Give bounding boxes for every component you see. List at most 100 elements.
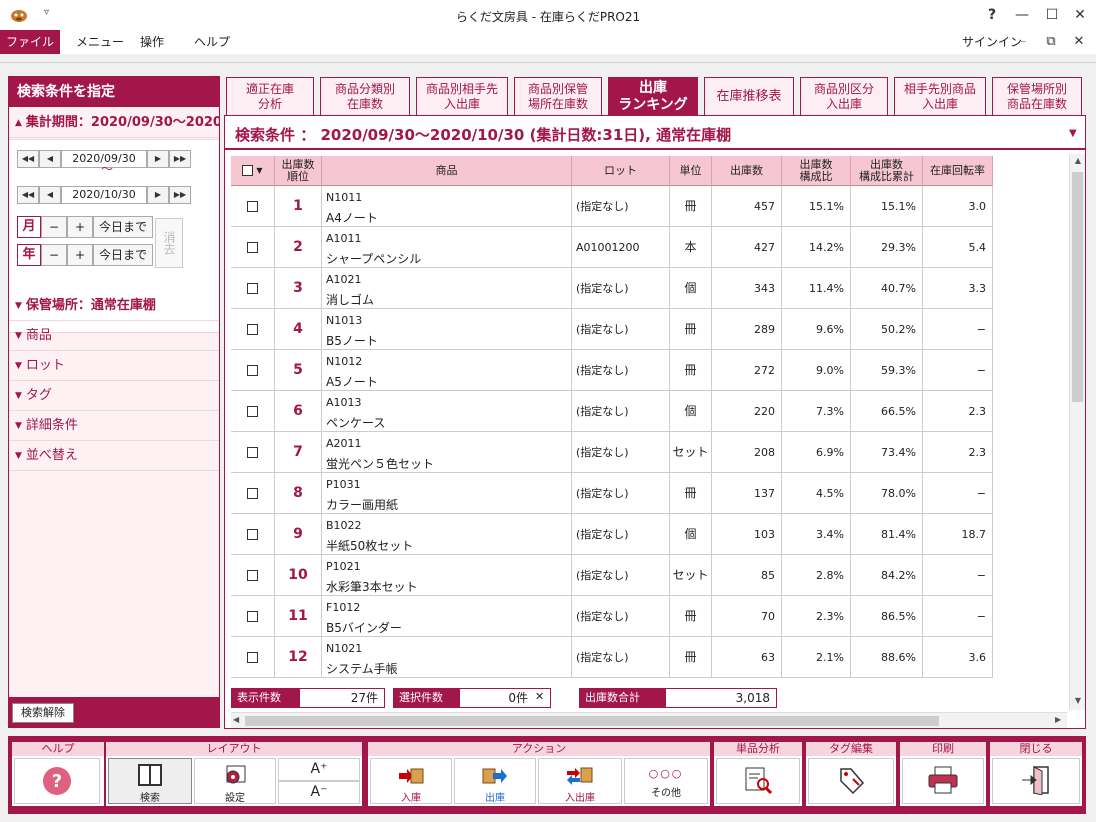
- rank-header[interactable]: 出庫数 順位: [275, 156, 322, 186]
- row-select-cell[interactable]: [231, 268, 275, 309]
- menu-help[interactable]: ヘルプ: [182, 30, 242, 54]
- period-section[interactable]: ▲集計期間：2020/09/30〜2020/10/30: [9, 108, 219, 138]
- horizontal-scrollbar[interactable]: ◀ ▶: [231, 712, 1067, 728]
- table-row[interactable]: 12 N1021 システム手帳 (指定なし) 冊 63 2.1% 88.6% 3.6: [231, 637, 993, 678]
- tab-optimal-stock[interactable]: 適正在庫 分析: [226, 77, 314, 115]
- tag-section[interactable]: ▼ タグ: [9, 381, 219, 411]
- row-checkbox[interactable]: [247, 652, 258, 663]
- table-row[interactable]: 7 A2011 蛍光ペン５色セット (指定なし) セット 208 6.9% 73.4% 2.3: [231, 432, 993, 473]
- tab-stock-trend[interactable]: 在庫推移表: [704, 77, 794, 115]
- tab-partner-inout[interactable]: 商品別相手先 入出庫: [416, 77, 508, 115]
- row-checkbox[interactable]: [247, 201, 258, 212]
- table-row[interactable]: 5 N1012 A5ノート (指定なし) 冊 272 9.0% 59.3% −: [231, 350, 993, 391]
- tab-partner-product[interactable]: 相手先別商品 入出庫: [894, 77, 986, 115]
- lot-header[interactable]: ロット: [572, 156, 670, 186]
- row-select-cell[interactable]: [231, 432, 275, 473]
- stock-in-button[interactable]: 入庫: [370, 758, 452, 804]
- ratio-header[interactable]: 出庫数 構成比: [782, 156, 851, 186]
- table-row[interactable]: 10 P1021 水彩筆3本セット (指定なし) セット 85 2.8% 84.2% −: [231, 555, 993, 596]
- row-checkbox[interactable]: [247, 406, 258, 417]
- table-row[interactable]: 11 F1012 B5バインダー (指定なし) 冊 70 2.3% 86.5% −: [231, 596, 993, 637]
- sort-section[interactable]: ▼ 並べ替え: [9, 441, 219, 471]
- row-select-cell[interactable]: [231, 186, 275, 227]
- row-select-cell[interactable]: [231, 637, 275, 678]
- tab-storage-product[interactable]: 保管場所別 商品在庫数: [992, 77, 1082, 115]
- scroll-left-icon[interactable]: ◀: [233, 715, 239, 724]
- help-button[interactable]: ?: [14, 758, 100, 804]
- vertical-scroll-thumb[interactable]: [1072, 172, 1083, 402]
- next-month-button[interactable]: ▶▶: [169, 150, 191, 168]
- table-row[interactable]: 9 B1022 半紙50枚セット (指定なし) 個 103 3.4% 81.4% 18.7: [231, 514, 993, 555]
- row-select-cell[interactable]: [231, 391, 275, 432]
- next-day-button[interactable]: ▶: [147, 186, 169, 204]
- row-checkbox[interactable]: [247, 447, 258, 458]
- row-checkbox[interactable]: [247, 529, 258, 540]
- row-select-cell[interactable]: [231, 309, 275, 350]
- table-row[interactable]: 6 A1013 ペンケース (指定なし) 個 220 7.3% 66.5% 2.3: [231, 391, 993, 432]
- row-checkbox[interactable]: [247, 283, 258, 294]
- ribbon-restore-button[interactable]: ⧉: [1040, 30, 1062, 54]
- qty-header[interactable]: 出庫数: [712, 156, 782, 186]
- detail-section[interactable]: ▼ 詳細条件: [9, 411, 219, 441]
- prev-day-button[interactable]: ◀: [39, 186, 61, 204]
- row-checkbox[interactable]: [247, 488, 258, 499]
- next-month-button[interactable]: ▶▶: [169, 186, 191, 204]
- menu-file[interactable]: ファイル: [0, 30, 60, 54]
- row-select-cell[interactable]: [231, 350, 275, 391]
- prev-day-button[interactable]: ◀: [39, 150, 61, 168]
- prev-month-button[interactable]: ◀◀: [17, 186, 39, 204]
- table-row[interactable]: 2 A1011 シャープペンシル A01001200 本 427 14.2% 29.3% 5.4: [231, 227, 993, 268]
- scroll-down-icon[interactable]: ▼: [1072, 696, 1084, 705]
- table-row[interactable]: 8 P1031 カラー画用紙 (指定なし) 冊 137 4.5% 78.0% −: [231, 473, 993, 514]
- cumulative-header[interactable]: 出庫数 構成比累計: [851, 156, 923, 186]
- help-window-button[interactable]: ?: [980, 4, 1004, 26]
- clear-period-button[interactable]: 消去: [155, 218, 183, 268]
- prev-month-button[interactable]: ◀◀: [17, 150, 39, 168]
- scroll-up-icon[interactable]: ▲: [1072, 156, 1084, 165]
- menu-operation[interactable]: 操作: [128, 30, 176, 54]
- tab-category-stock[interactable]: 商品分類別 在庫数: [320, 77, 410, 115]
- row-select-cell[interactable]: [231, 514, 275, 555]
- row-select-cell[interactable]: [231, 596, 275, 637]
- maximize-button[interactable]: ☐: [1040, 4, 1064, 26]
- month-plus-button[interactable]: +: [67, 216, 93, 238]
- print-button[interactable]: [902, 758, 984, 804]
- row-checkbox[interactable]: [247, 611, 258, 622]
- item-analysis-button[interactable]: [716, 758, 800, 804]
- vertical-scrollbar[interactable]: ▲ ▼: [1069, 154, 1085, 710]
- close-screen-button[interactable]: [992, 758, 1080, 804]
- row-select-cell[interactable]: [231, 473, 275, 514]
- date-to-field[interactable]: 2020/10/30: [61, 186, 147, 204]
- row-checkbox[interactable]: [247, 365, 258, 376]
- table-row[interactable]: 4 N1013 B5ノート (指定なし) 冊 289 9.6% 50.2% −: [231, 309, 993, 350]
- ribbon-close-button[interactable]: ✕: [1068, 30, 1090, 54]
- row-checkbox[interactable]: [247, 242, 258, 253]
- stock-out-button[interactable]: 出庫: [454, 758, 536, 804]
- font-decrease-button[interactable]: A⁻: [278, 781, 360, 804]
- turnover-header[interactable]: 在庫回転率: [923, 156, 993, 186]
- table-row[interactable]: 3 A1021 消しゴム (指定なし) 個 343 11.4% 40.7% 3.3: [231, 268, 993, 309]
- tag-edit-button[interactable]: [808, 758, 894, 804]
- minimize-button[interactable]: —: [1010, 4, 1034, 26]
- row-select-cell[interactable]: [231, 227, 275, 268]
- settings-button[interactable]: 設定: [194, 758, 276, 804]
- chevron-down-icon[interactable]: ▼: [256, 165, 262, 177]
- reset-search-button[interactable]: 検索解除: [12, 703, 74, 723]
- scroll-right-icon[interactable]: ▶: [1055, 715, 1061, 724]
- condition-bar[interactable]: 検索条件 ： 2020/09/30〜2020/10/30 (集計日数:31日),…: [225, 116, 1085, 150]
- chevron-down-icon[interactable]: ▼: [1069, 128, 1077, 139]
- year-plus-button[interactable]: +: [67, 244, 93, 266]
- search-layout-button[interactable]: 検索: [108, 758, 192, 804]
- storage-section[interactable]: ▼ 保管場所：通常在庫棚: [9, 291, 219, 321]
- product-header[interactable]: 商品: [322, 156, 572, 186]
- stock-inout-button[interactable]: 入出庫: [538, 758, 622, 804]
- select-all-checkbox[interactable]: [242, 165, 254, 176]
- tab-storage-stock[interactable]: 商品別保管 場所在庫数: [514, 77, 602, 115]
- row-checkbox[interactable]: [247, 570, 258, 581]
- table-row[interactable]: 1 N1011 A4ノート (指定なし) 冊 457 15.1% 15.1% 3.0: [231, 186, 993, 227]
- menu-menu[interactable]: メニュー: [64, 30, 136, 54]
- tab-shipment-ranking[interactable]: 出庫 ランキング: [608, 77, 698, 115]
- next-day-button[interactable]: ▶: [147, 150, 169, 168]
- year-minus-button[interactable]: −: [41, 244, 67, 266]
- lot-section[interactable]: ▼ ロット: [9, 351, 219, 381]
